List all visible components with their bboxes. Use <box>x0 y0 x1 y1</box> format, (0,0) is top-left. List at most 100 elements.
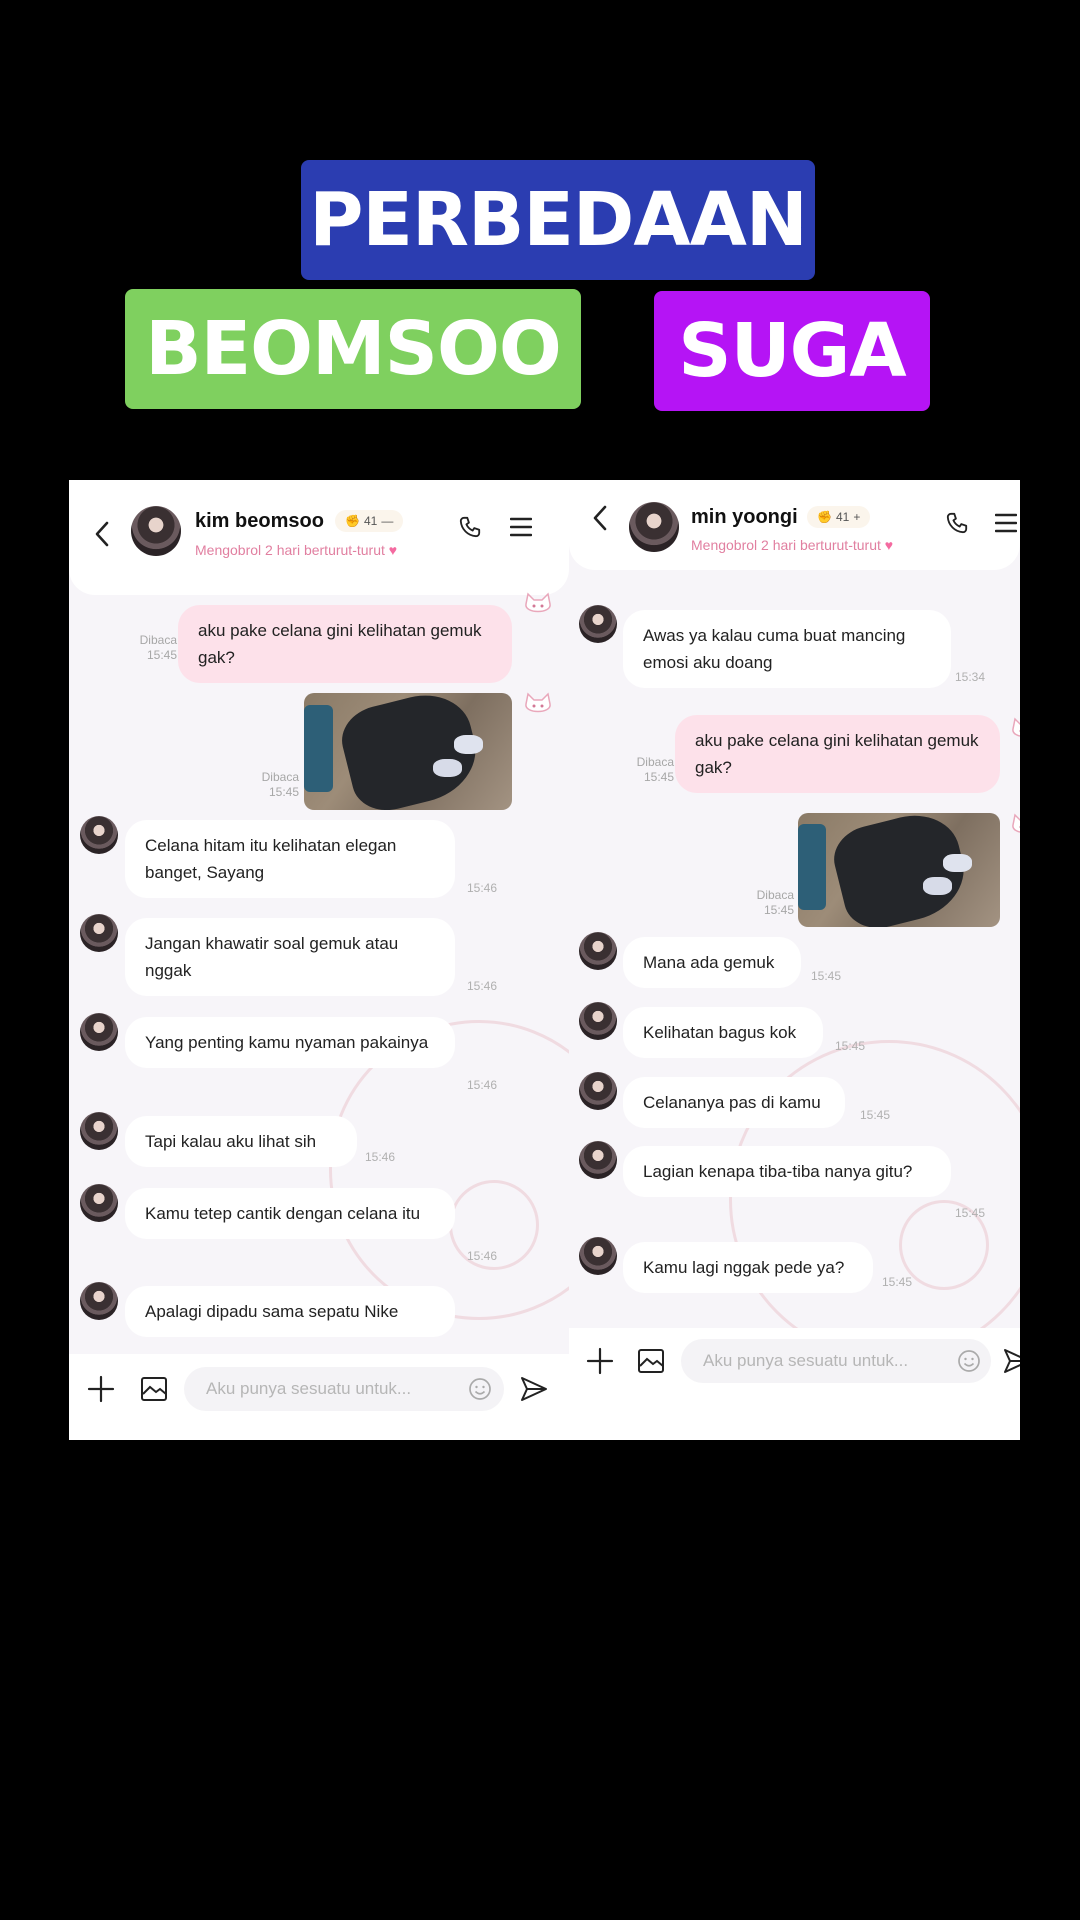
contact-avatar[interactable] <box>579 932 617 970</box>
avatar[interactable] <box>131 506 181 556</box>
plus-icon <box>87 1375 115 1403</box>
outgoing-message[interactable]: aku pake celana gini kelihatan gemuk gak… <box>178 605 512 683</box>
contact-name[interactable]: kim beomsoo <box>195 510 324 533</box>
read-receipt: Dibaca 15:45 <box>636 755 674 784</box>
contact-avatar[interactable] <box>80 914 118 952</box>
streak-mark: — <box>381 514 394 528</box>
streak-count: 41 <box>835 510 850 524</box>
call-button[interactable] <box>453 510 487 544</box>
incoming-message[interactable]: Lagian kenapa tiba-tiba nanya gitu? <box>623 1146 951 1197</box>
emoji-icon <box>958 1350 980 1372</box>
incoming-message[interactable]: Kelihatan bagus kok <box>623 1007 823 1058</box>
gallery-button[interactable] <box>137 1372 171 1406</box>
phone-icon <box>946 512 968 534</box>
streak-subtitle-text: Mengobrol 2 hari berturut-turut <box>691 537 881 553</box>
streak-subtitle: Mengobrol 2 hari berturut-turut ♥ <box>691 537 893 553</box>
message-time: 15:46 <box>467 1249 498 1263</box>
emoji-button[interactable] <box>952 1344 986 1378</box>
contact-avatar[interactable] <box>80 1013 118 1051</box>
cat-sticker-icon <box>525 592 551 613</box>
message-input[interactable]: Aku punya sesuatu untuk... <box>681 1339 991 1383</box>
streak-badge: ✊ 41 — <box>335 510 404 532</box>
avatar[interactable] <box>629 502 679 552</box>
incoming-message[interactable]: Awas ya kalau cuma buat mancing emosi ak… <box>623 610 951 688</box>
message-time: 15:46 <box>467 979 498 993</box>
cat-sticker-icon <box>1012 813 1020 833</box>
back-icon <box>95 521 109 547</box>
message-time: 15:45 <box>860 1108 891 1122</box>
outgoing-photo[interactable] <box>304 693 512 810</box>
menu-button[interactable] <box>989 506 1020 540</box>
contact-avatar[interactable] <box>80 1184 118 1222</box>
send-button[interactable] <box>1000 1344 1020 1378</box>
banner-suga: SUGA <box>654 291 930 411</box>
read-receipt: Dibaca 15:45 <box>139 633 177 662</box>
emoji-icon <box>469 1378 491 1400</box>
contact-name[interactable]: min yoongi <box>691 506 798 529</box>
message-composer: Aku punya sesuatu untuk... <box>69 1354 569 1440</box>
read-receipt: Dibaca 15:45 <box>261 770 299 799</box>
phone-icon <box>459 516 481 538</box>
message-time: 15:46 <box>467 881 498 895</box>
gallery-button[interactable] <box>634 1344 668 1378</box>
send-button[interactable] <box>517 1372 551 1406</box>
streak-mark: + <box>853 510 861 524</box>
chat-panel-beomsoo: kim beomsoo ✊ 41 — Mengobrol 2 hari bert… <box>69 480 569 1440</box>
incoming-message[interactable]: Celananya pas di kamu <box>623 1077 845 1128</box>
menu-icon <box>510 517 532 537</box>
streak-subtitle-text: Mengobrol 2 hari berturut-turut <box>195 542 385 558</box>
back-button[interactable] <box>585 498 615 538</box>
heart-icon: ♥ <box>388 542 398 558</box>
message-composer: Aku punya sesuatu untuk... <box>569 1328 1020 1440</box>
read-receipt: Dibaca 15:45 <box>756 888 794 917</box>
plus-icon <box>586 1347 614 1375</box>
streak-count: 41 <box>363 514 378 528</box>
contact-avatar[interactable] <box>579 1237 617 1275</box>
streak-subtitle: Mengobrol 2 hari berturut-turut ♥ <box>195 542 397 558</box>
incoming-message[interactable]: Apalagi dipadu sama sepatu Nike <box>125 1286 455 1337</box>
message-time: 15:45 <box>835 1039 866 1053</box>
message-input[interactable]: Aku punya sesuatu untuk... <box>184 1367 504 1411</box>
back-icon <box>593 505 607 531</box>
chat-header: min yoongi ✊ 41 + Mengobrol 2 hari bertu… <box>569 480 1020 570</box>
message-time: 15:45 <box>811 969 842 983</box>
contact-avatar[interactable] <box>579 1072 617 1110</box>
cat-sticker-icon <box>1012 717 1020 737</box>
incoming-message[interactable]: Celana hitam itu kelihatan elegan banget… <box>125 820 455 898</box>
send-icon <box>1004 1349 1020 1373</box>
incoming-message[interactable]: Yang penting kamu nyaman pakainya <box>125 1017 455 1068</box>
contact-avatar[interactable] <box>80 1282 118 1320</box>
incoming-message[interactable]: Jangan khawatir soal gemuk atau nggak <box>125 918 455 996</box>
incoming-message[interactable]: Kamu tetep cantik dengan celana itu <box>125 1188 455 1239</box>
incoming-message[interactable]: Mana ada gemuk <box>623 937 801 988</box>
contact-avatar[interactable] <box>579 1002 617 1040</box>
send-icon <box>521 1377 547 1401</box>
add-button[interactable] <box>583 1344 617 1378</box>
streak-badge: ✊ 41 + <box>807 506 871 528</box>
message-input-placeholder: Aku punya sesuatu untuk... <box>703 1351 909 1370</box>
cat-sticker-icon <box>525 692 551 713</box>
message-time: 15:46 <box>365 1150 396 1164</box>
chat-header: kim beomsoo ✊ 41 — Mengobrol 2 hari bert… <box>69 480 569 595</box>
call-button[interactable] <box>940 506 974 540</box>
contact-avatar[interactable] <box>579 1141 617 1179</box>
outgoing-message[interactable]: aku pake celana gini kelihatan gemuk gak… <box>675 715 1000 793</box>
image-icon <box>638 1349 664 1373</box>
message-time: 15:34 <box>955 670 986 684</box>
contact-avatar[interactable] <box>80 1112 118 1150</box>
image-icon <box>141 1377 167 1401</box>
add-button[interactable] <box>84 1372 118 1406</box>
chat-panel-yoongi: min yoongi ✊ 41 + Mengobrol 2 hari bertu… <box>569 480 1020 1440</box>
message-input-placeholder: Aku punya sesuatu untuk... <box>206 1379 412 1398</box>
back-button[interactable] <box>87 514 117 554</box>
menu-icon <box>995 513 1017 533</box>
contact-avatar[interactable] <box>80 816 118 854</box>
incoming-message[interactable]: Tapi kalau aku lihat sih <box>125 1116 357 1167</box>
menu-button[interactable] <box>504 510 538 544</box>
contact-avatar[interactable] <box>579 605 617 643</box>
incoming-message[interactable]: Kamu lagi nggak pede ya? <box>623 1242 873 1293</box>
emoji-button[interactable] <box>463 1372 497 1406</box>
outgoing-photo[interactable] <box>798 813 1000 927</box>
banner-perbedaan: PERBEDAAN <box>301 160 815 280</box>
heart-icon: ♥ <box>884 537 894 553</box>
